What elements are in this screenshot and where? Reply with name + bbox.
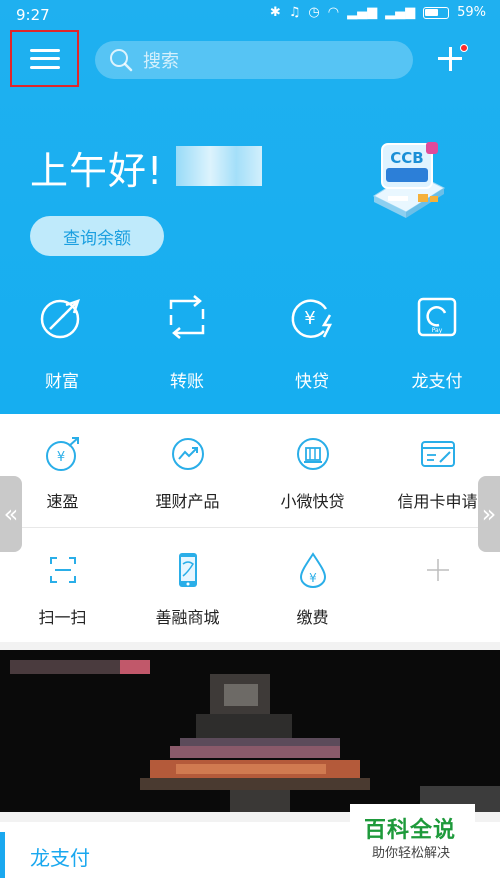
quick-actions: 财富 转账 ¥ 快贷 Pay 龙支付 [0, 290, 500, 400]
status-time: 9:27 [16, 6, 50, 24]
ccb-treasure-hunt-logo[interactable]: CCB [360, 136, 452, 222]
greeting-text: 上午好! [30, 149, 164, 193]
watermark-subtitle: 助你轻松解决 [372, 846, 451, 861]
notification-dot [460, 44, 468, 52]
search-input[interactable]: 搜索 [95, 41, 413, 79]
section-accent-bar [0, 832, 5, 878]
scroll-left-button[interactable]: « [0, 476, 22, 552]
mall-icon [178, 553, 197, 587]
mute-icon: ♫ [288, 5, 301, 20]
battery-icon [423, 6, 450, 19]
header-area: 9:27 ✱ ♫ ◷ ◠ ▂▄▆ ▂▄▆ 59% 搜索 上午好! 查询余额 CC… [0, 0, 500, 414]
service-finance-products[interactable]: 理财产品 [125, 436, 250, 512]
watermark: 百科全说 助你轻松解决 [350, 804, 475, 864]
service-mall[interactable]: 善融商城 [125, 552, 250, 628]
wealth-icon [40, 299, 80, 339]
section-title: 龙支付 [30, 846, 90, 870]
banner-pixelated-image [0, 650, 500, 812]
alarm-icon: ◷ [308, 5, 320, 20]
finance-products-icon [171, 438, 204, 470]
services-grid: ¥ 速盈 理财产品 小微快贷 信用卡申请 扫一扫 善融商城 ¥ 缴费 [0, 414, 500, 642]
hamburger-icon [29, 48, 60, 69]
service-label: 理财产品 [155, 492, 220, 511]
search-icon [110, 49, 133, 72]
service-scan[interactable]: 扫一扫 [0, 552, 125, 628]
add-button[interactable] [436, 44, 468, 72]
transfer-icon [169, 295, 205, 339]
service-label: 小微快贷 [280, 492, 345, 511]
search-placeholder: 搜索 [143, 51, 179, 72]
payment-icon: ¥ [299, 552, 326, 588]
svg-text:¥: ¥ [304, 308, 315, 329]
status-bar: 9:27 ✱ ♫ ◷ ◠ ▂▄▆ ▂▄▆ 59% [0, 0, 500, 32]
add-service-button[interactable] [375, 552, 500, 592]
grid-divider [20, 527, 480, 528]
svg-text:¥: ¥ [309, 571, 317, 585]
quick-loan-icon: ¥ [291, 299, 333, 338]
quick-action-transfer[interactable]: 转账 [142, 290, 232, 392]
long-pay-icon: Pay [417, 297, 457, 337]
svg-text:CCB: CCB [390, 149, 423, 167]
svg-text:Pay: Pay [432, 327, 443, 334]
micro-loan-icon [296, 438, 329, 470]
scroll-right-button[interactable]: » [478, 476, 500, 552]
suying-icon: ¥ [45, 437, 79, 471]
service-payment[interactable]: ¥ 缴费 [250, 552, 375, 628]
svg-text:¥: ¥ [56, 450, 64, 465]
quick-action-long-pay[interactable]: Pay 龙支付 [392, 290, 482, 392]
quick-action-quick-loan[interactable]: ¥ 快贷 [267, 290, 357, 392]
service-micro-loan[interactable]: 小微快贷 [250, 436, 375, 512]
quick-action-wealth[interactable]: 财富 [17, 290, 107, 392]
scan-icon [49, 557, 76, 583]
battery-percent: 59% [457, 5, 486, 20]
signal-2-icon: ▂▄▆ [385, 5, 416, 20]
service-label: 善融商城 [155, 608, 220, 627]
app-screen: 9:27 ✱ ♫ ◷ ◠ ▂▄▆ ▂▄▆ 59% 搜索 上午好! 查询余额 CC… [0, 0, 500, 888]
check-balance-button[interactable]: 查询余额 [30, 216, 164, 256]
service-label: 缴费 [296, 608, 329, 627]
wifi-icon: ◠ [327, 5, 340, 20]
quick-action-label: 龙支付 [411, 372, 463, 392]
quick-action-label: 财富 [45, 372, 79, 392]
quick-action-label: 快贷 [295, 372, 329, 392]
menu-button[interactable] [10, 30, 79, 87]
status-icons: ✱ ♫ ◷ ◠ ▂▄▆ ▂▄▆ 59% [270, 5, 486, 20]
quick-action-label: 转账 [170, 372, 204, 392]
plus-icon [426, 559, 449, 581]
credit-card-apply-icon [420, 441, 455, 467]
bluetooth-icon: ✱ [269, 5, 281, 20]
blurred-username [176, 146, 262, 186]
watermark-title: 百科全说 [364, 818, 457, 843]
promo-banner[interactable] [0, 650, 500, 812]
signal-icon: ▂▄▆ [347, 5, 378, 20]
service-label: 扫一扫 [38, 608, 87, 627]
